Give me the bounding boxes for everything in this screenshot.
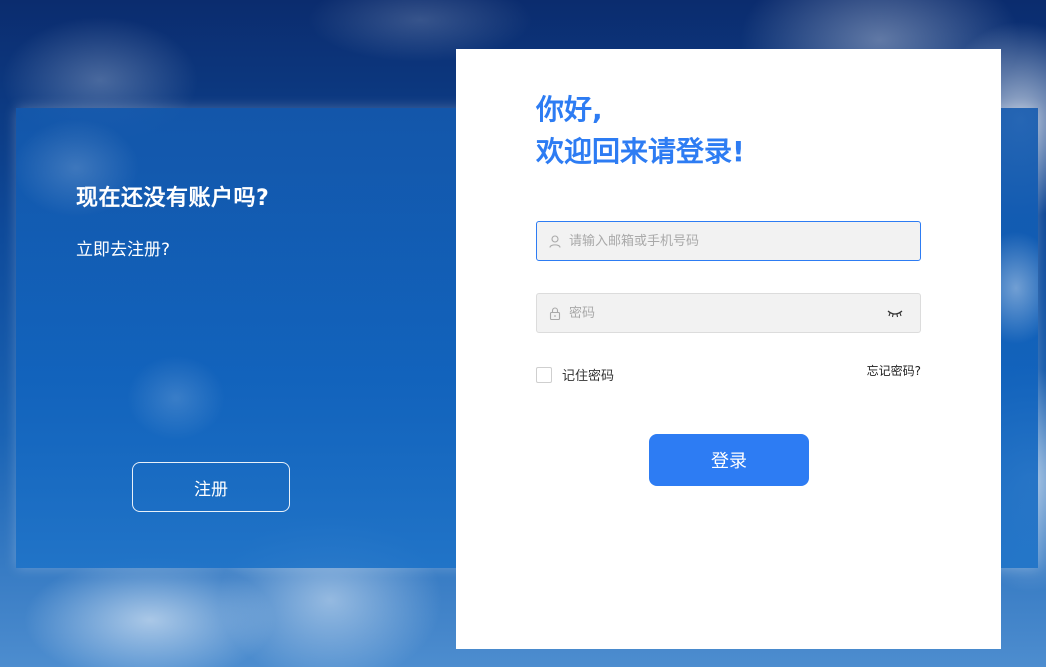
- login-card: 你好, 欢迎回来请登录! 请输入邮箱或手机号码 记住密码 忘记密码? 登录: [456, 49, 1001, 649]
- lock-icon: [547, 305, 563, 321]
- forgot-password-link[interactable]: 忘记密码?: [867, 362, 921, 379]
- register-prompt-subtitle: 立即去注册?: [76, 240, 171, 260]
- user-icon: [547, 233, 563, 249]
- account-input[interactable]: [567, 221, 920, 261]
- password-input[interactable]: [567, 293, 886, 333]
- login-button[interactable]: 登录: [649, 434, 809, 486]
- remember-checkbox[interactable]: [536, 366, 552, 383]
- register-button[interactable]: 注册: [132, 462, 290, 512]
- greeting-line-2: 欢迎回来请登录!: [536, 135, 745, 168]
- remember-label: 记住密码: [562, 369, 615, 384]
- remember-password[interactable]: 记住密码: [536, 365, 614, 384]
- eye-closed-icon[interactable]: [886, 307, 904, 319]
- password-field[interactable]: [536, 293, 921, 333]
- greeting: 你好, 欢迎回来请登录!: [536, 89, 745, 173]
- greeting-line-1: 你好,: [536, 93, 603, 126]
- account-field[interactable]: [536, 221, 921, 261]
- register-prompt-title: 现在还没有账户吗?: [76, 186, 270, 211]
